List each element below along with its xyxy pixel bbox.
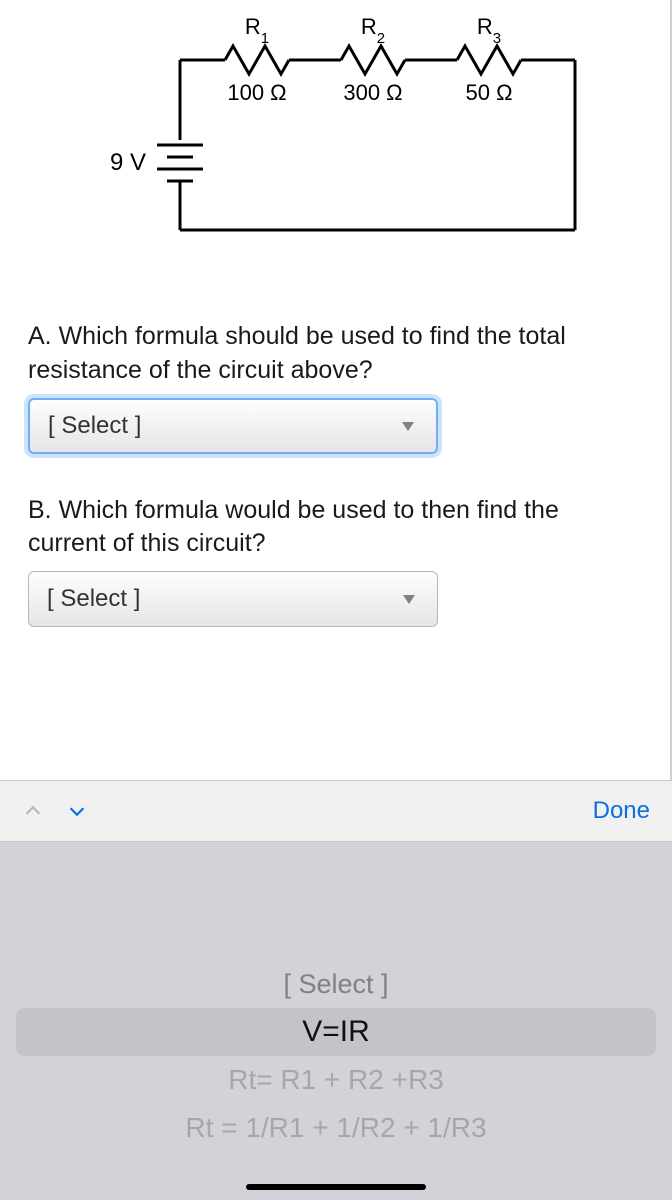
home-indicator (246, 1184, 426, 1190)
picker-option[interactable]: Rt = 1/R1 + 1/R2 + 1/R3 (16, 1104, 656, 1152)
question-content: R1 R2 R3 100 Ω 300 Ω 50 Ω 9 V A. Which f… (0, 0, 672, 780)
option-picker[interactable]: [ Select ] V=IR Rt= R1 + R2 +R3 Rt = 1/R… (0, 842, 672, 1200)
picker-option-selected[interactable]: V=IR (16, 1008, 656, 1056)
picker-option[interactable]: [ Select ] (16, 960, 656, 1008)
prev-field-chevron-up-icon[interactable] (22, 800, 44, 822)
chevron-down-icon (403, 595, 415, 604)
chevron-down-icon (402, 421, 414, 430)
svg-text:9 V: 9 V (110, 149, 146, 176)
circuit-svg: R1 R2 R3 100 Ω 300 Ω 50 Ω 9 V (75, 10, 595, 270)
svg-text:R1: R1 (245, 14, 269, 47)
circuit-diagram: R1 R2 R3 100 Ω 300 Ω 50 Ω 9 V (28, 0, 642, 270)
done-button[interactable]: Done (593, 797, 650, 825)
select-b[interactable]: [ Select ] (28, 571, 438, 627)
select-a-label: [ Select ] (48, 412, 141, 440)
svg-text:300 Ω: 300 Ω (343, 80, 402, 105)
svg-text:100 Ω: 100 Ω (227, 80, 286, 105)
question-b-text: B. Which formula would be used to then f… (28, 494, 642, 562)
next-field-chevron-down-icon[interactable] (66, 800, 88, 822)
keyboard-toolbar: Done (0, 780, 672, 842)
svg-text:R3: R3 (477, 14, 501, 47)
select-a[interactable]: [ Select ] (28, 398, 438, 454)
svg-text:50 Ω: 50 Ω (465, 80, 512, 105)
picker-option[interactable]: Rt= R1 + R2 +R3 (16, 1056, 656, 1104)
select-b-label: [ Select ] (47, 585, 140, 613)
svg-text:R2: R2 (361, 14, 385, 47)
question-a-text: A. Which formula should be used to find … (28, 320, 642, 388)
